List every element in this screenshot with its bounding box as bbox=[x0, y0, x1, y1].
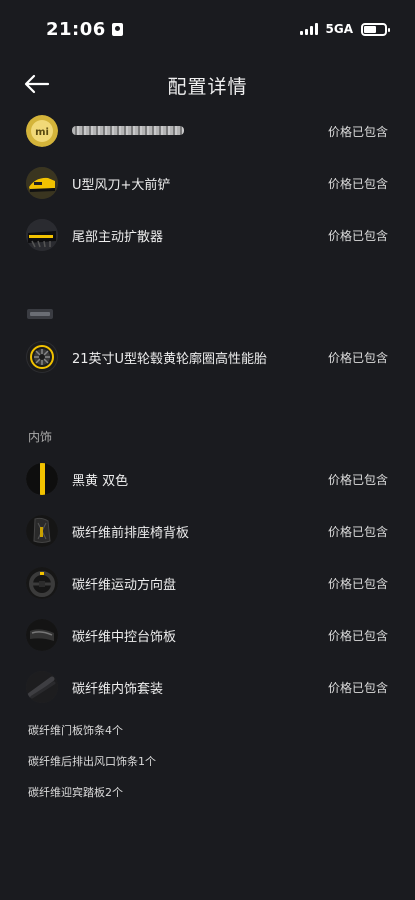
row-price: 价格已包含 bbox=[327, 350, 388, 365]
row-price: 价格已包含 bbox=[327, 176, 388, 191]
wheel-group-icon bbox=[26, 306, 54, 320]
sim-card-icon bbox=[111, 22, 123, 36]
clock: 21:06 bbox=[46, 19, 123, 40]
mi-logo-icon: mi bbox=[26, 115, 58, 147]
row-label: 碳纤维中控台饰板 bbox=[72, 629, 177, 645]
battery-icon bbox=[361, 22, 390, 36]
page-title: 配置详情 bbox=[167, 76, 248, 98]
row-label-blurred bbox=[72, 124, 184, 139]
network-type: 5GA bbox=[325, 22, 354, 36]
row-price: 价格已包含 bbox=[327, 576, 388, 591]
color-swatch-icon bbox=[26, 463, 58, 495]
front-splitter-icon bbox=[26, 167, 58, 199]
config-row-logo[interactable]: mi 价格已包含 bbox=[0, 111, 415, 151]
extra-item: 碳纤维门板饰条4个 bbox=[28, 724, 123, 737]
section-title-interior: 内饰 bbox=[28, 430, 53, 444]
row-label: U型风刀+大前铲 bbox=[72, 177, 171, 193]
extra-item: 碳纤维迎宾踏板2个 bbox=[28, 786, 123, 799]
row-price: 价格已包含 bbox=[327, 228, 388, 243]
row-label: 黑黄 双色 bbox=[72, 473, 129, 489]
interior-kit-icon bbox=[26, 671, 58, 703]
status-bar: 21:06 5GA bbox=[0, 0, 415, 58]
wheel-icon bbox=[26, 341, 58, 373]
row-price: 价格已包含 bbox=[327, 628, 388, 643]
config-row-interior-kit[interactable]: 碳纤维内饰套装 价格已包含 bbox=[0, 667, 415, 707]
row-label: 尾部主动扩散器 bbox=[72, 229, 164, 245]
svg-text:mi: mi bbox=[35, 127, 49, 138]
config-row-color[interactable]: 黑黄 双色 价格已包含 bbox=[0, 459, 415, 499]
battery-level bbox=[364, 25, 376, 33]
row-price: 价格已包含 bbox=[327, 680, 388, 695]
extra-item: 碳纤维后排出风口饰条1个 bbox=[28, 755, 156, 768]
config-row-front-splitter[interactable]: U型风刀+大前铲 价格已包含 bbox=[0, 163, 415, 203]
redacted-text bbox=[72, 125, 184, 135]
row-label: 碳纤维内饰套装 bbox=[72, 681, 164, 697]
config-row-wheels[interactable]: 21英寸U型轮毂黄轮廓圈高性能胎 价格已包含 bbox=[0, 337, 415, 377]
console-trim-icon bbox=[26, 619, 58, 651]
row-label: 21英寸U型轮毂黄轮廓圈高性能胎 bbox=[72, 351, 268, 367]
config-row-console-trim[interactable]: 碳纤维中控台饰板 价格已包含 bbox=[0, 615, 415, 655]
row-price: 价格已包含 bbox=[327, 124, 388, 139]
rear-diffuser-icon bbox=[26, 219, 58, 251]
config-row-seat-back[interactable]: 碳纤维前排座椅背板 价格已包含 bbox=[0, 511, 415, 551]
clock-text: 21:06 bbox=[46, 18, 106, 40]
nav-bar: 配置详情 bbox=[0, 62, 415, 106]
config-row-rear-diffuser[interactable]: 尾部主动扩散器 价格已包含 bbox=[0, 215, 415, 255]
row-label: 碳纤维前排座椅背板 bbox=[72, 525, 190, 541]
steering-wheel-icon bbox=[26, 567, 58, 599]
row-price: 价格已包含 bbox=[327, 472, 388, 487]
row-price: 价格已包含 bbox=[327, 524, 388, 539]
config-row-steering-wheel[interactable]: 碳纤维运动方向盘 价格已包含 bbox=[0, 563, 415, 603]
status-indicators: 5GA bbox=[299, 22, 390, 36]
seat-back-icon bbox=[26, 515, 58, 547]
signal-icon bbox=[299, 23, 318, 35]
row-label: 碳纤维运动方向盘 bbox=[72, 577, 177, 593]
